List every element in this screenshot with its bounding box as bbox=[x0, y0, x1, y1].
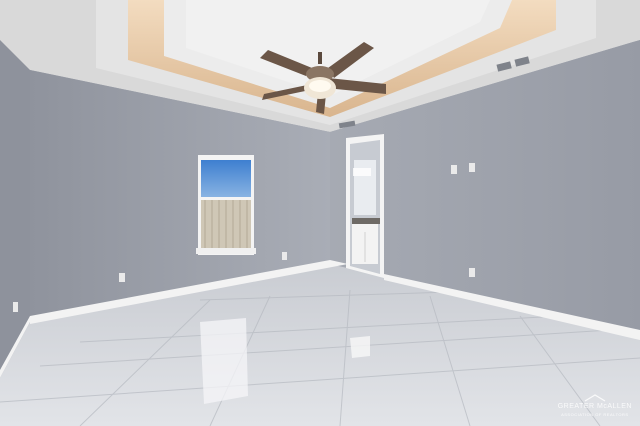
doorway-icon bbox=[346, 134, 384, 278]
window-reflection bbox=[200, 318, 248, 404]
house-roof-icon bbox=[584, 394, 606, 402]
light-reflection bbox=[350, 336, 370, 358]
realtor-watermark: GREATER McALLEN ASSOCIATION OF REALTORS bbox=[558, 394, 632, 419]
room-photo: GREATER McALLEN ASSOCIATION OF REALTORS bbox=[0, 0, 640, 426]
window-icon bbox=[196, 155, 256, 255]
room-illustration bbox=[0, 0, 640, 426]
watermark-sub: ASSOCIATION OF REALTORS bbox=[561, 412, 629, 417]
watermark-text: GREATER McALLEN bbox=[557, 403, 632, 410]
